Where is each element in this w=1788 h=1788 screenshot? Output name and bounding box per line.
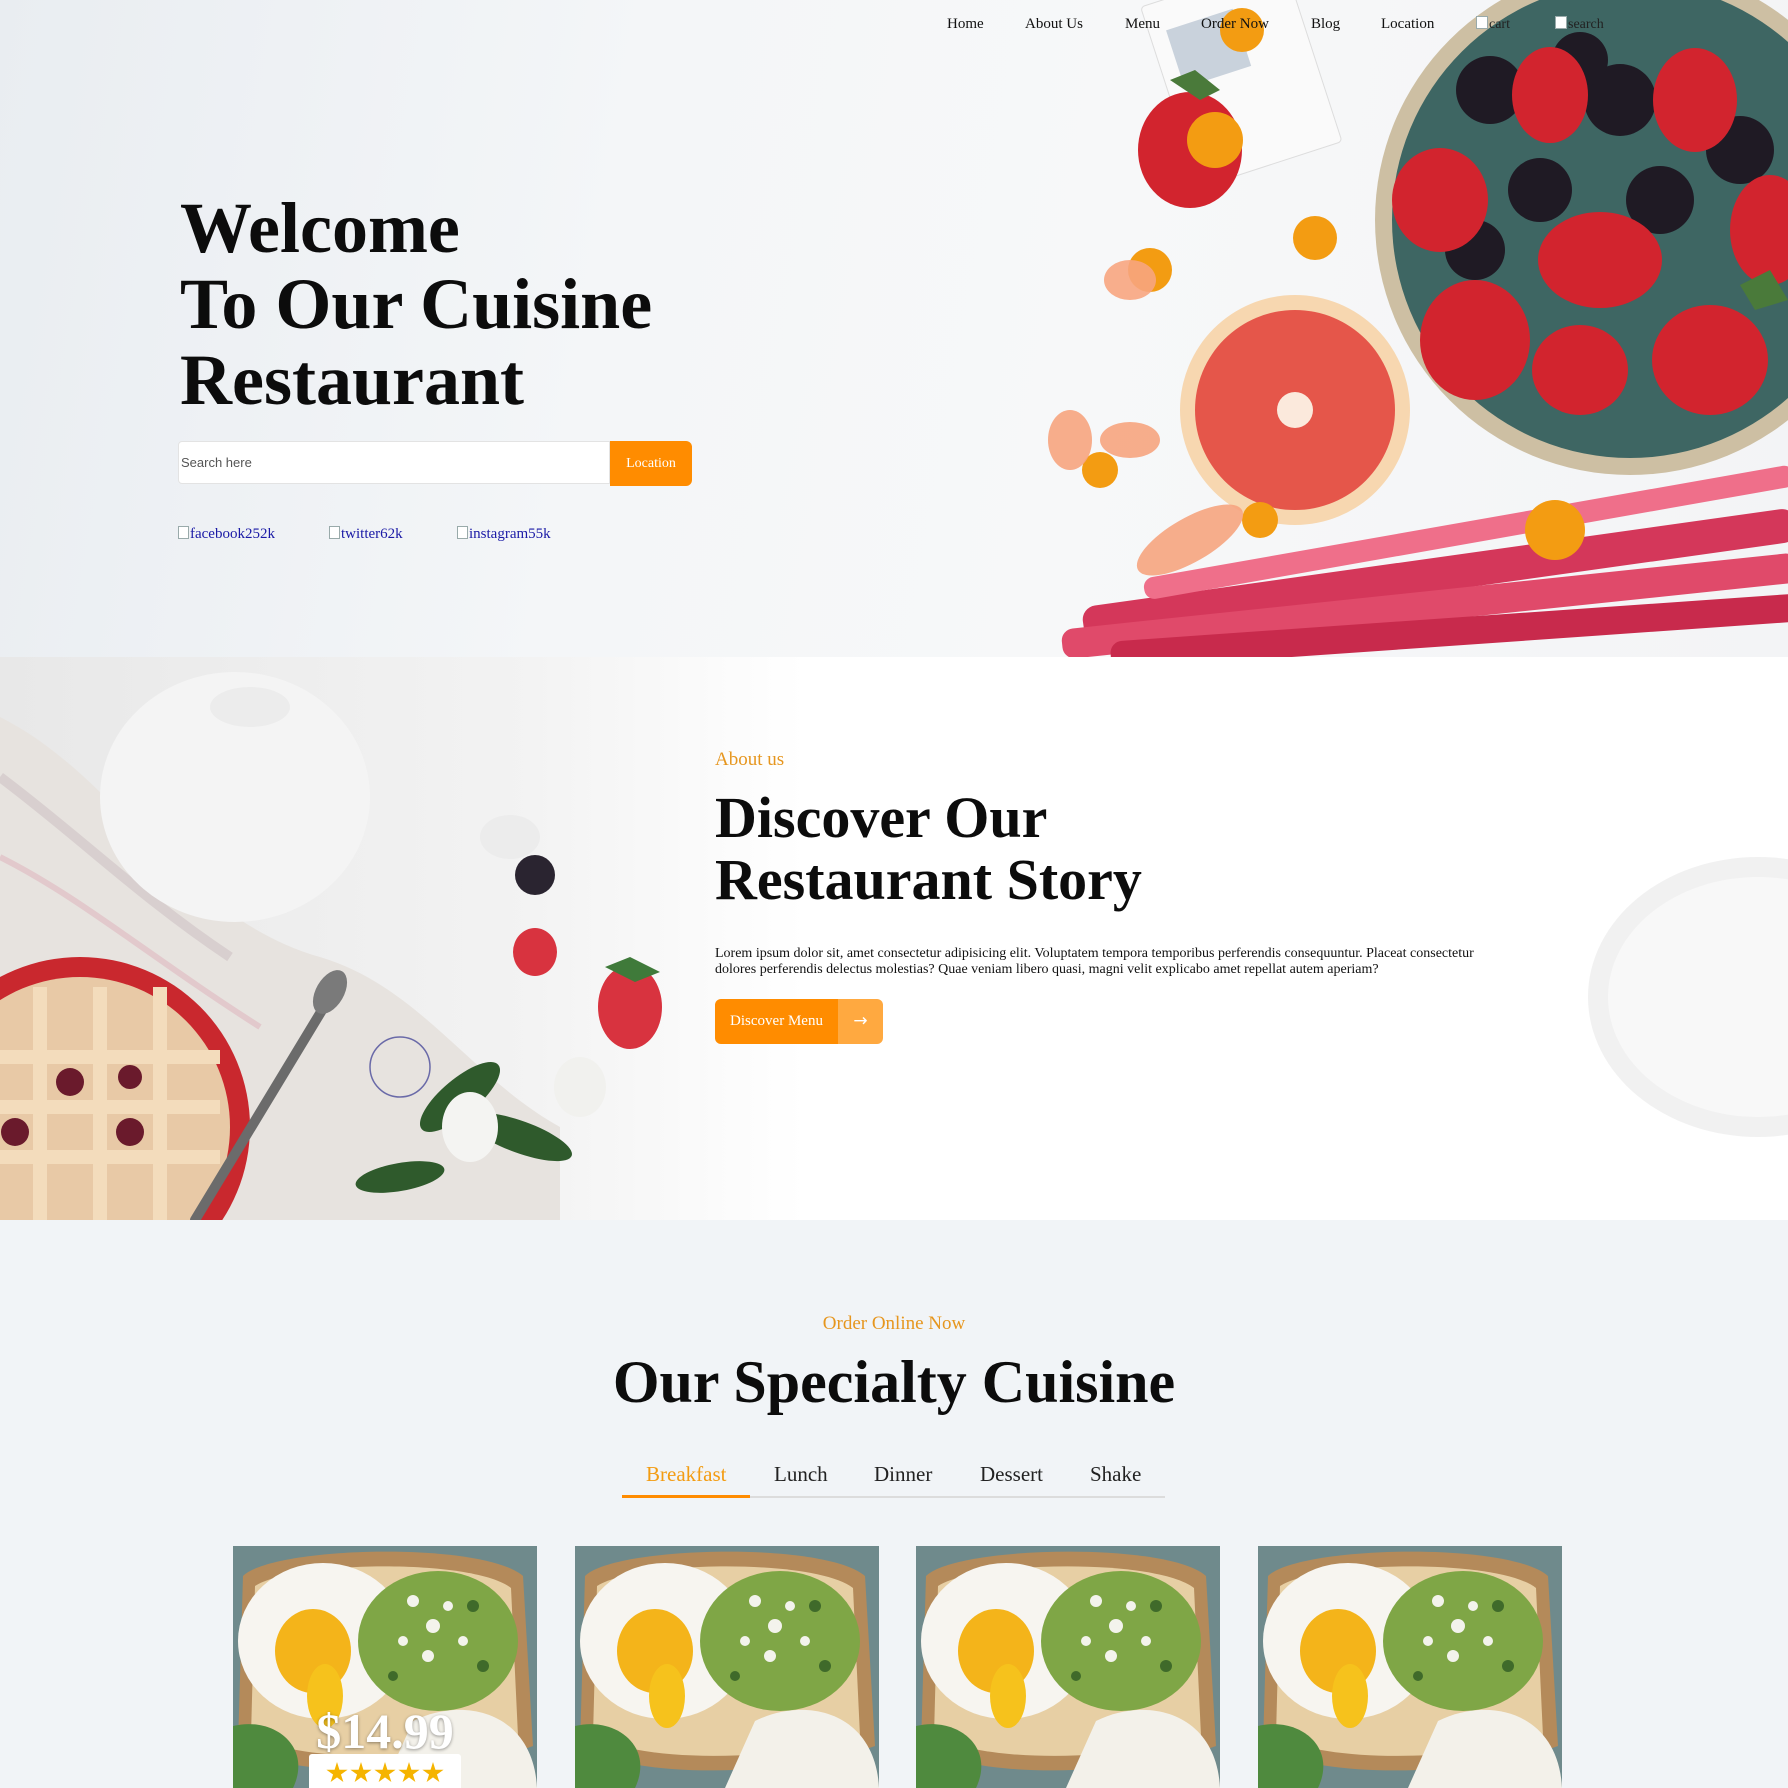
star-icon <box>326 1762 348 1783</box>
discover-menu-button[interactable]: Discover Menu → <box>715 999 883 1044</box>
hero-fruit-image <box>1048 0 1788 657</box>
rating-stars <box>309 1754 461 1788</box>
search-input[interactable] <box>178 441 610 484</box>
nav-menu[interactable]: Menu <box>1125 16 1160 33</box>
star-icon <box>350 1762 372 1783</box>
nav-order-now[interactable]: Order Now <box>1201 16 1269 33</box>
menu-card-image <box>575 1546 879 1788</box>
nav-home[interactable]: Home <box>947 16 984 33</box>
main-nav: Home About Us Menu Order Now Blog Locati… <box>0 16 1788 36</box>
hero-title-line: Welcome <box>180 188 460 268</box>
tab-shake[interactable]: Shake <box>1090 1462 1141 1487</box>
specialty-eyebrow: Order Online Now <box>822 1313 966 1334</box>
about-title: Discover Our Restaurant Story <box>715 787 1142 911</box>
location-button[interactable]: Location <box>610 441 692 486</box>
hero-title-line: To Our Cuisine <box>180 264 653 344</box>
tab-dessert[interactable]: Dessert <box>980 1462 1043 1487</box>
menu-card-image <box>916 1546 1220 1788</box>
star-icon <box>398 1762 420 1783</box>
star-icon <box>422 1762 444 1783</box>
tab-breakfast[interactable]: Breakfast <box>646 1462 726 1487</box>
star-icon <box>374 1762 396 1783</box>
specialty-title: Our Specialty Cuisine <box>612 1349 1176 1415</box>
search-icon[interactable]: search <box>1555 16 1604 33</box>
about-plate-image <box>1588 857 1788 1137</box>
menu-card-image <box>1258 1546 1562 1788</box>
menu-tabs: Breakfast Lunch Dinner Dessert Shake <box>622 1452 1165 1498</box>
menu-card-price: $14.99 <box>316 1703 454 1759</box>
arrow-right-icon: → <box>838 999 883 1044</box>
twitter-link[interactable]: twitter62k <box>329 526 403 543</box>
hero-title: Welcome To Our Cuisine Restaurant <box>180 190 652 418</box>
hero-section: Home About Us Menu Order Now Blog Locati… <box>0 0 1788 657</box>
discover-menu-label: Discover Menu <box>715 999 838 1044</box>
tab-dinner[interactable]: Dinner <box>874 1462 932 1487</box>
about-eyebrow: About us <box>715 749 785 770</box>
active-tab-indicator <box>622 1495 750 1498</box>
nav-blog[interactable]: Blog <box>1311 16 1340 33</box>
menu-card[interactable] <box>575 1546 879 1788</box>
specialty-section: Order Online Now Our Specialty Cuisine B… <box>0 1220 1788 1788</box>
tab-lunch[interactable]: Lunch <box>774 1462 828 1487</box>
nav-location[interactable]: Location <box>1381 16 1434 33</box>
facebook-link[interactable]: facebook252k <box>178 526 275 543</box>
about-description: Lorem ipsum dolor sit, amet consectetur … <box>715 946 1474 977</box>
menu-card[interactable]: $14.99 <box>233 1546 537 1788</box>
menu-card[interactable] <box>1258 1546 1562 1788</box>
about-section: About us Discover Our Restaurant Story L… <box>0 657 1788 1220</box>
nav-about-us[interactable]: About Us <box>1025 16 1083 33</box>
hero-title-line: Restaurant <box>180 340 524 420</box>
instagram-link[interactable]: instagram55k <box>457 526 551 543</box>
about-title-line: Restaurant Story <box>715 847 1142 912</box>
about-title-line: Discover Our <box>715 785 1048 850</box>
cart-icon[interactable]: cart <box>1476 16 1510 33</box>
about-food-image <box>0 672 662 1220</box>
menu-card[interactable] <box>916 1546 1220 1788</box>
hero-search-bar: Location <box>178 441 692 486</box>
